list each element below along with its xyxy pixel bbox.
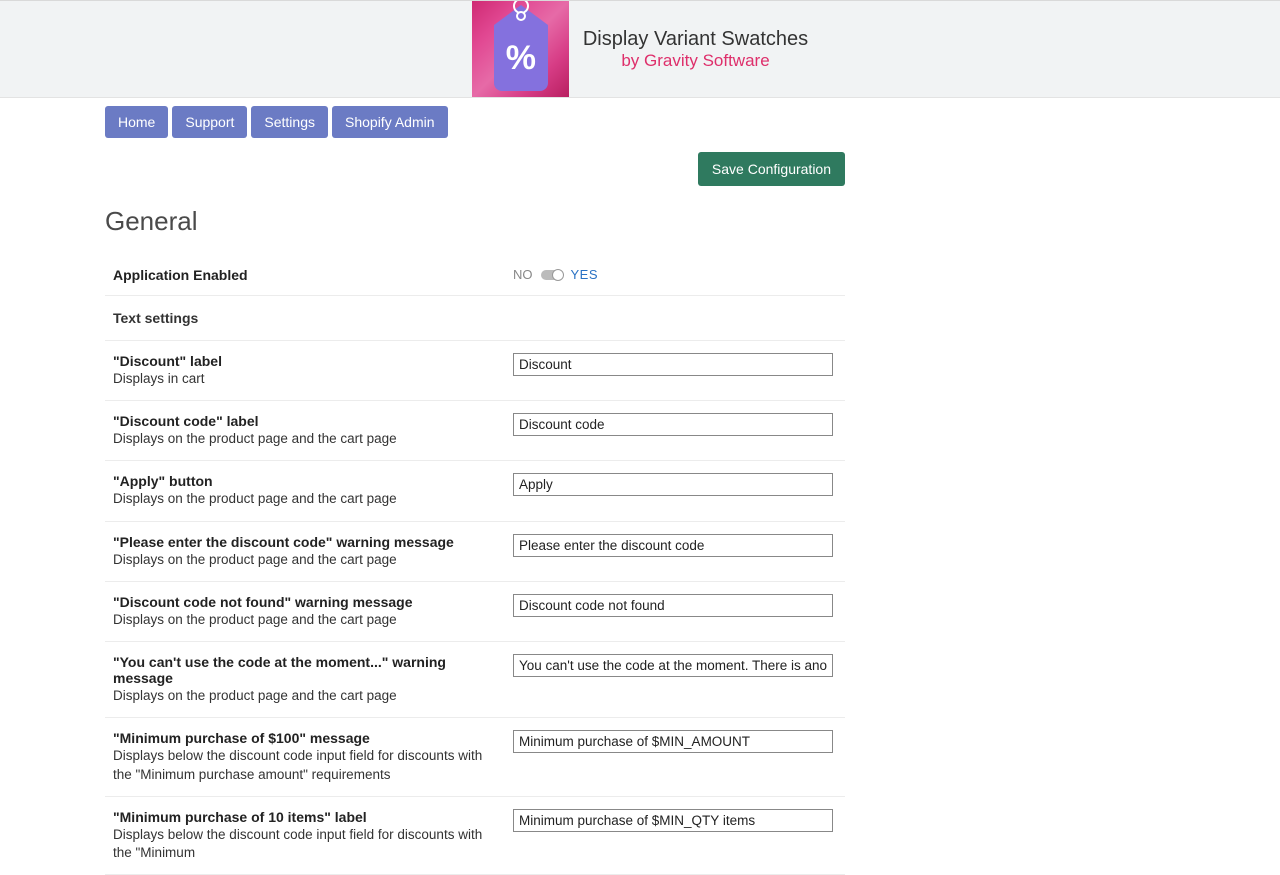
app-header: % Display Variant Swatches by Gravity So… [0,0,1280,98]
field-description: Displays on the product page and the car… [113,490,493,508]
field-input[interactable] [513,809,833,832]
text-setting-row: "Minimum purchase of $100" messageDispla… [105,718,845,796]
field-description: Displays in cart [113,370,493,388]
field-description: Displays on the product page and the car… [113,551,493,569]
field-description: Displays on the product page and the car… [113,687,493,705]
field-title: "Discount code" label [113,413,493,429]
field-input[interactable] [513,413,833,436]
text-setting-row: "You can't use the code at the moment...… [105,642,845,718]
nav-support-button[interactable]: Support [172,106,247,138]
text-setting-row: "Discount code not found" warning messag… [105,582,845,642]
field-title: "Minimum purchase of $100" message [113,730,493,746]
section-title: General [105,206,845,237]
nav-home-button[interactable]: Home [105,106,168,138]
toggle-no-label: NO [513,267,533,282]
field-title: "Apply" button [113,473,493,489]
field-input[interactable] [513,594,833,617]
field-description: Displays on the product page and the car… [113,611,493,629]
field-description: Displays on the product page and the car… [113,430,493,448]
field-input[interactable] [513,534,833,557]
save-configuration-button[interactable]: Save Configuration [698,152,845,186]
field-title: "Discount code not found" warning messag… [113,594,493,610]
application-enabled-label: Application Enabled [113,267,493,283]
application-enabled-row: Application Enabled NO YES [105,255,845,296]
text-setting-row: "Discount" labelDisplays in cart [105,341,845,401]
text-setting-row: "Discount code" labelDisplays on the pro… [105,401,845,461]
text-setting-row: "Minimum purchase of 10 items" labelDisp… [105,797,845,875]
text-setting-row: "Please enter the discount code" warning… [105,522,845,582]
field-input[interactable] [513,353,833,376]
text-settings-header: Text settings [113,310,845,326]
percent-icon: % [494,25,548,91]
navbar: Home Support Settings Shopify Admin [105,98,845,146]
field-input[interactable] [513,473,833,496]
nav-shopify-admin-button[interactable]: Shopify Admin [332,106,448,138]
field-title: "Please enter the discount code" warning… [113,534,493,550]
field-title: "Minimum purchase of 10 items" label [113,809,493,825]
field-description: Displays below the discount code input f… [113,747,493,783]
text-setting-row: "Apply" buttonDisplays on the product pa… [105,461,845,521]
field-input[interactable] [513,730,833,753]
app-logo: % [472,1,569,97]
field-input[interactable] [513,654,833,677]
field-title: "You can't use the code at the moment...… [113,654,493,686]
app-title: Display Variant Swatches [583,28,808,51]
field-title: "Discount" label [113,353,493,369]
app-enabled-toggle[interactable] [541,270,563,280]
toggle-knob-icon [552,269,564,281]
text-settings-header-row: Text settings [105,296,845,341]
nav-settings-button[interactable]: Settings [251,106,328,138]
toggle-yes-label: YES [571,267,599,282]
tag-hole-icon [516,11,526,21]
field-description: Displays below the discount code input f… [113,826,493,862]
app-byline: by Gravity Software [583,51,808,71]
